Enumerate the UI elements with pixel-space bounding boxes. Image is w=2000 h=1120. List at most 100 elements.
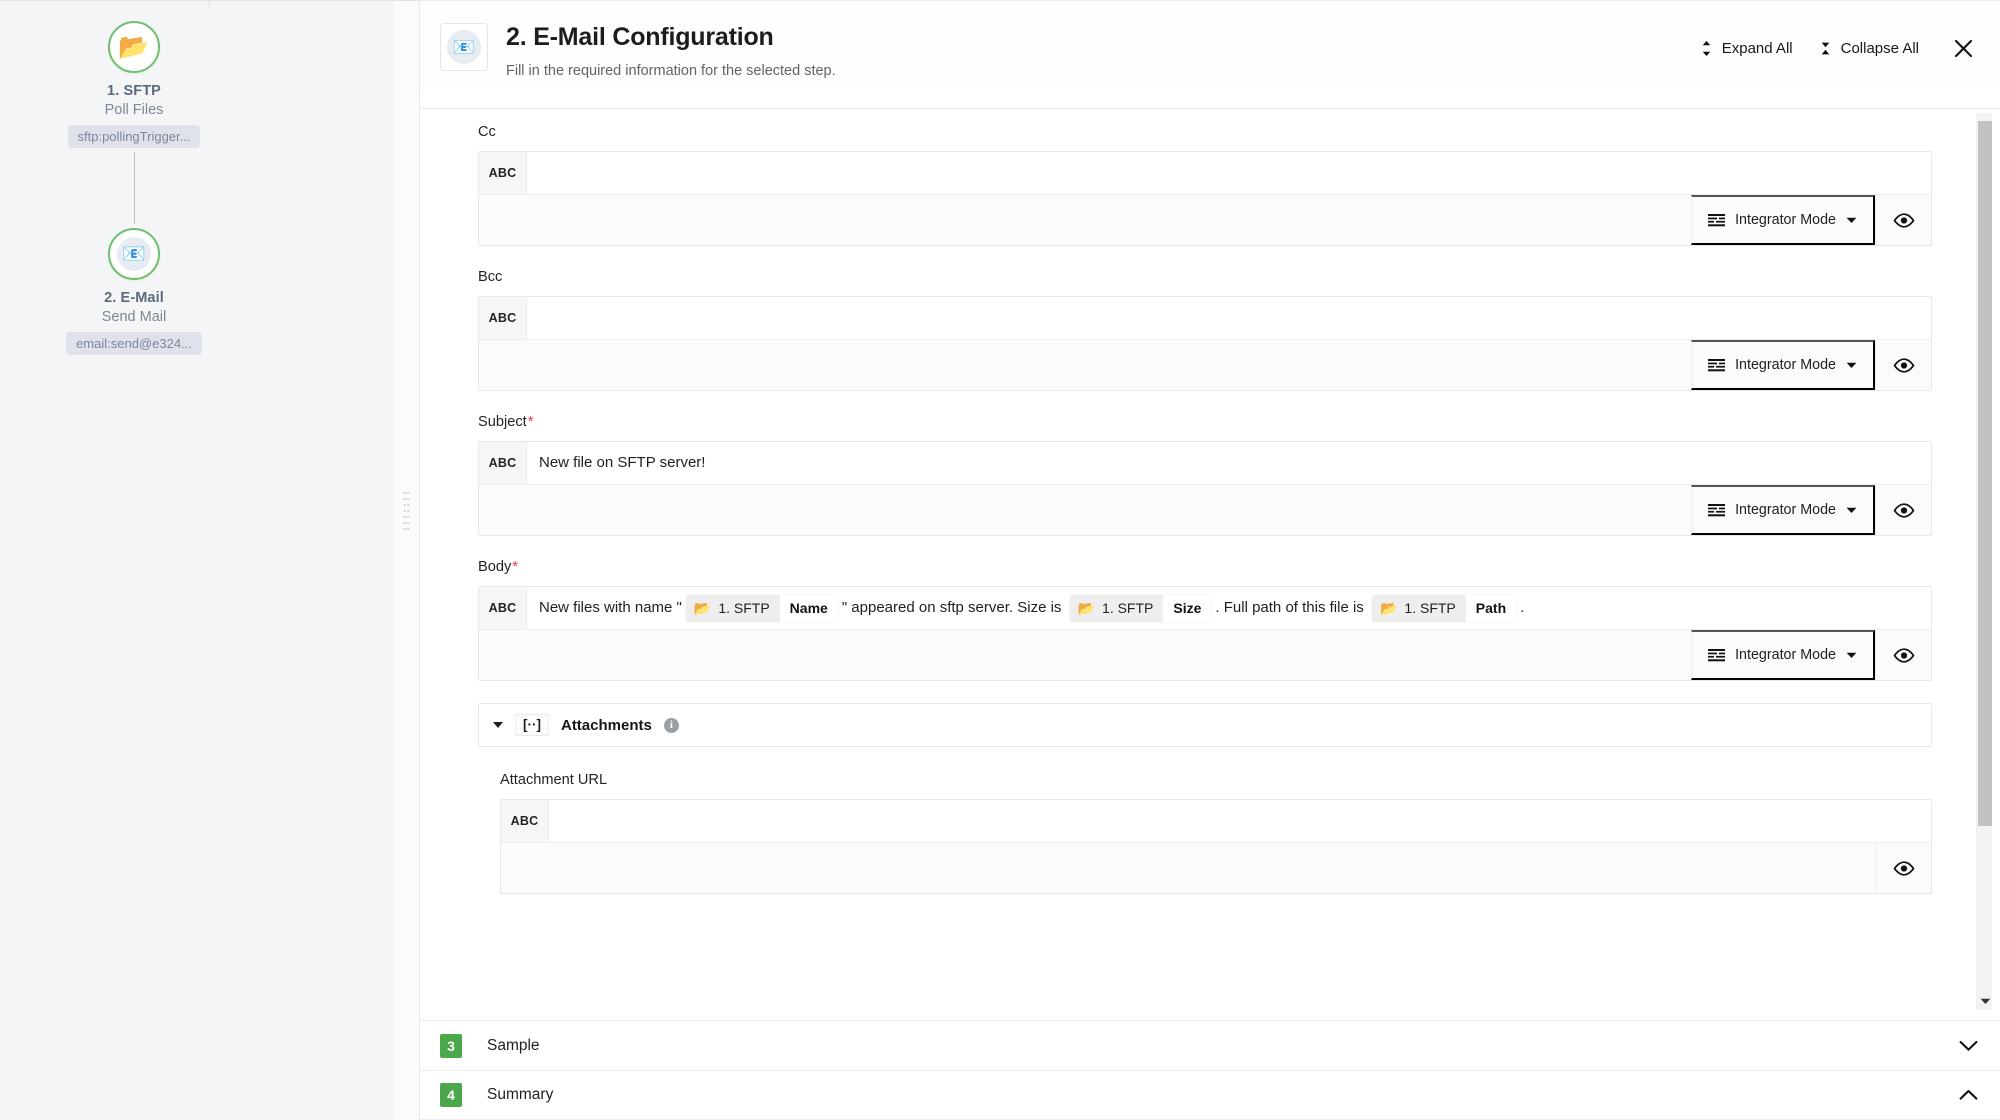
form-scrollbar-thumb[interactable] xyxy=(1978,121,1992,826)
abc-type-icon: ABC xyxy=(479,442,527,484)
field-body-label: Body* xyxy=(478,558,518,575)
chip-key-label: Size xyxy=(1163,594,1212,622)
field-attachment-url: Attachment URL ABC xyxy=(478,771,1932,894)
collapse-all-label: Collapse All xyxy=(1840,40,1919,57)
bcc-preview-eye-button[interactable] xyxy=(1875,340,1931,390)
field-cc-row: ABC xyxy=(479,152,1931,194)
body-preview-eye-button[interactable] xyxy=(1875,630,1931,680)
field-body-footer: Integrator Mode xyxy=(479,629,1931,680)
chevron-down-icon xyxy=(1846,217,1857,224)
expand-all-label: Expand All xyxy=(1721,40,1793,57)
email-config-form: Cc ABC Integrator Mode Bcc ABC Integrato… xyxy=(420,123,2000,894)
field-body-label-text: Body xyxy=(478,559,512,575)
bcc-integrator-mode-button[interactable]: Integrator Mode xyxy=(1691,340,1875,390)
chevron-down-icon[interactable] xyxy=(1959,1040,1978,1052)
email-config-screen: 📂 1. SFTP Poll Files sftp:pollingTrigger… xyxy=(0,0,2000,1120)
subject-preview-eye-button[interactable] xyxy=(1875,485,1931,535)
step-label: Sample xyxy=(487,1036,540,1054)
page-subtitle: Fill in the required information for the… xyxy=(506,62,836,79)
mail-icon: 📧 xyxy=(447,30,481,64)
flow-node-sftp-circle[interactable]: 📂 xyxy=(108,21,160,73)
attachment-url-preview-eye-button[interactable] xyxy=(1875,843,1931,893)
array-type-icon: [··] xyxy=(515,714,549,736)
step-number-badge: 3 xyxy=(440,1033,462,1058)
body-input[interactable]: New files with name " 📂 1. SFTP Name " appea… xyxy=(527,587,1931,629)
chip-source: 📂 1. SFTP xyxy=(685,594,780,622)
splitter-drag-handle[interactable] xyxy=(403,490,410,533)
canvas-top-tick xyxy=(209,1,210,10)
eye-icon xyxy=(1893,357,1915,373)
body-integrator-mode-button[interactable]: Integrator Mode xyxy=(1691,630,1875,680)
body-token-chip[interactable]: 📂 1. SFTP Size xyxy=(1069,594,1212,622)
collapse-all-button[interactable]: Collapse All xyxy=(1817,36,1921,61)
field-body-shell: ABC New files with name " 📂 1. SFTP Name " a… xyxy=(478,586,1932,681)
field-attachment-url-footer xyxy=(501,842,1931,893)
field-subject-label-text: Subject xyxy=(478,414,527,430)
body-token-chip[interactable]: 📂 1. SFTP Path xyxy=(1371,594,1517,622)
field-bcc-footer: Integrator Mode xyxy=(479,339,1931,390)
config-panel-header: 📧 2. E-Mail Configuration Fill in the re… xyxy=(420,1,2000,109)
scroll-down-button[interactable] xyxy=(1977,992,1993,1010)
mail-icon-bubble: 📧 xyxy=(116,237,151,271)
field-cc-shell: ABC Integrator Mode xyxy=(478,151,1932,246)
bcc-integrator-mode-label: Integrator Mode xyxy=(1735,357,1836,373)
subject-input[interactable]: New file on SFTP server! xyxy=(527,442,1931,484)
bcc-input[interactable] xyxy=(527,297,1931,339)
integrator-mode-icon xyxy=(1708,648,1726,662)
field-bcc: Bcc ABC Integrator Mode xyxy=(478,268,1932,391)
chevron-down-icon xyxy=(1846,652,1857,659)
flow-node-list: 📂 1. SFTP Poll Files sftp:pollingTrigger… xyxy=(0,21,268,355)
attachments-group-header[interactable]: [··] Attachments i xyxy=(478,703,1932,747)
abc-type-icon: ABC xyxy=(479,297,527,339)
field-body: Body* ABC New files with name " 📂 1. SFTP N… xyxy=(478,558,1932,681)
eye-icon xyxy=(1893,212,1915,228)
expand-all-button[interactable]: Expand All xyxy=(1698,36,1795,61)
attachment-url-input[interactable] xyxy=(549,800,1931,842)
chip-source: 📂 1. SFTP xyxy=(1371,594,1466,622)
cc-input[interactable] xyxy=(527,152,1931,194)
flow-node-email-tag[interactable]: email:send@e324... xyxy=(66,332,202,355)
form-scrollbar[interactable] xyxy=(1976,113,1992,1010)
cc-integrator-mode-button[interactable]: Integrator Mode xyxy=(1691,195,1875,245)
chip-source: 📂 1. SFTP xyxy=(1069,594,1164,622)
cc-integrator-mode-label: Integrator Mode xyxy=(1735,212,1836,228)
flow-node-email-title: 2. E-Mail xyxy=(104,290,164,306)
panel-splitter[interactable] xyxy=(394,0,420,1120)
mail-icon: 📧 xyxy=(122,243,146,265)
flow-node-email[interactable]: 📧 2. E-Mail Send Mail email:send@e324... xyxy=(66,228,202,355)
eye-icon xyxy=(1893,860,1915,876)
flow-node-email-circle[interactable]: 📧 xyxy=(107,228,160,280)
step-row-sample[interactable]: 3 Sample xyxy=(420,1020,2000,1070)
body-text-segment: " appeared on sftp server. Size is xyxy=(841,598,1066,616)
step-row-summary[interactable]: 4 Summary xyxy=(420,1070,2000,1120)
required-asterisk: * xyxy=(527,413,534,430)
subject-integrator-mode-button[interactable]: Integrator Mode xyxy=(1691,485,1875,535)
body-token-chip[interactable]: 📂 1. SFTP Name xyxy=(685,594,838,622)
field-body-row: ABC New files with name " 📂 1. SFTP Name " a… xyxy=(479,587,1931,629)
cc-preview-eye-button[interactable] xyxy=(1875,195,1931,245)
close-icon[interactable] xyxy=(1947,36,1980,61)
body-integrator-mode-label: Integrator Mode xyxy=(1735,647,1836,663)
page-title: 2. E-Mail Configuration xyxy=(506,23,774,51)
chevron-down-icon[interactable] xyxy=(493,722,503,728)
field-attachment-url-row: ABC xyxy=(501,800,1931,842)
flow-canvas[interactable]: 📂 1. SFTP Poll Files sftp:pollingTrigger… xyxy=(0,0,394,1120)
body-text-segment: . xyxy=(1520,598,1525,616)
flow-connector xyxy=(133,152,135,224)
chevron-up-icon[interactable] xyxy=(1959,1089,1978,1101)
config-panel-body: Cc ABC Integrator Mode Bcc ABC Integrato… xyxy=(420,109,2000,1120)
wizard-steps: 3 Sample 4 Summary xyxy=(420,1020,2000,1120)
chip-key-label: Path xyxy=(1465,594,1517,622)
flow-node-sftp-tag[interactable]: sftp:pollingTrigger... xyxy=(67,125,201,148)
field-attachment-url-label: Attachment URL xyxy=(500,772,608,788)
abc-type-icon: ABC xyxy=(501,800,549,842)
folder-icon: 📂 xyxy=(693,599,712,616)
abc-type-icon: ABC xyxy=(479,587,527,629)
field-bcc-shell: ABC Integrator Mode xyxy=(478,296,1932,391)
form-scroll-area[interactable]: Cc ABC Integrator Mode Bcc ABC Integrato… xyxy=(420,109,2000,1015)
flow-node-sftp[interactable]: 📂 1. SFTP Poll Files sftp:pollingTrigger… xyxy=(67,21,201,148)
body-text-segment: New files with name " xyxy=(539,598,682,616)
field-attachment-url-shell: ABC xyxy=(500,799,1932,894)
folder-icon: 📂 xyxy=(118,32,150,61)
info-icon[interactable]: i xyxy=(663,717,679,733)
